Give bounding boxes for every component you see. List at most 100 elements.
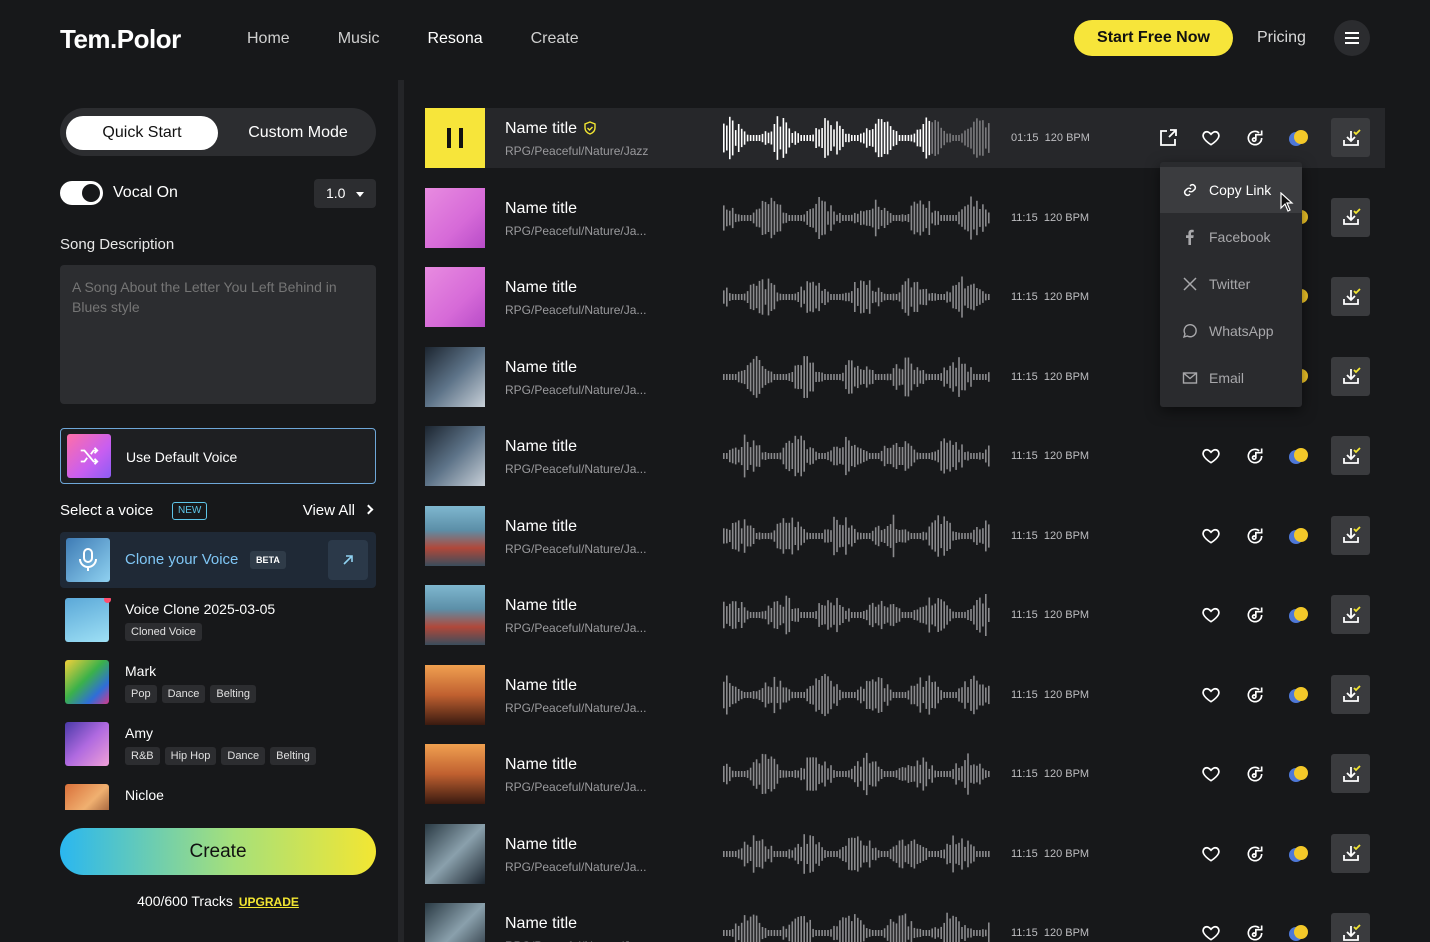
download-button[interactable] — [1331, 754, 1370, 793]
track-title[interactable]: Name title — [505, 677, 577, 695]
track-cover[interactable] — [425, 505, 485, 566]
create-button[interactable]: Create — [60, 828, 376, 875]
upgrade-link[interactable]: UPGRADE — [239, 895, 299, 909]
hamburger-menu-button[interactable] — [1334, 20, 1370, 56]
track-cover[interactable] — [425, 903, 485, 942]
heart-icon[interactable] — [1201, 128, 1221, 148]
coins-icon[interactable] — [1288, 764, 1310, 784]
download-button[interactable] — [1331, 197, 1370, 237]
pause-button[interactable] — [425, 108, 485, 168]
voice-item[interactable]: Mark Pop Dance Belting — [60, 660, 376, 710]
coins-icon[interactable] — [1288, 526, 1310, 546]
download-button[interactable] — [1331, 833, 1370, 873]
remix-icon[interactable] — [1245, 446, 1265, 466]
nav-resona[interactable]: Resona — [427, 30, 482, 48]
track-title[interactable]: Name title — [505, 597, 577, 615]
remix-icon[interactable] — [1245, 128, 1265, 148]
track-row[interactable]: Name titleRPG/Peaceful/Nature/Ja...11:15… — [425, 426, 1385, 488]
track-waveform[interactable] — [723, 116, 991, 160]
track-cover[interactable] — [425, 346, 485, 407]
coins-icon[interactable] — [1288, 844, 1310, 864]
share-twitter[interactable]: Twitter — [1160, 261, 1302, 307]
track-title[interactable]: Name title — [505, 200, 577, 218]
custom-mode-tab[interactable]: Custom Mode — [228, 116, 368, 150]
track-waveform[interactable] — [723, 275, 991, 319]
download-button[interactable] — [1331, 515, 1370, 555]
pricing-link[interactable]: Pricing — [1257, 29, 1306, 47]
voice-item[interactable]: Nicloe — [60, 784, 376, 810]
track-waveform[interactable] — [723, 355, 991, 399]
panel-divider[interactable] — [398, 80, 404, 942]
track-waveform[interactable] — [723, 673, 991, 717]
coins-icon[interactable] — [1288, 128, 1310, 148]
track-title[interactable]: Name title — [505, 518, 577, 536]
heart-icon[interactable] — [1201, 526, 1221, 546]
view-all-link[interactable]: View All — [303, 502, 374, 519]
logo[interactable]: Tem.Polor — [60, 24, 181, 55]
share-whatsapp[interactable]: WhatsApp — [1160, 308, 1302, 354]
use-default-voice-button[interactable]: Use Default Voice — [60, 428, 376, 484]
track-row[interactable]: Name title RPG/Peaceful/Nature/Jazz 01:15 … — [425, 108, 1385, 168]
track-title[interactable]: Name title — [505, 836, 577, 854]
track-waveform[interactable] — [723, 832, 991, 876]
heart-icon[interactable] — [1201, 764, 1221, 784]
track-cover[interactable] — [425, 585, 485, 645]
remix-icon[interactable] — [1245, 923, 1265, 942]
download-button[interactable] — [1331, 118, 1370, 157]
clone-voice-card[interactable]: Clone your Voice BETA — [60, 532, 376, 588]
track-title[interactable]: Name title — [505, 756, 577, 774]
coins-icon[interactable] — [1288, 446, 1310, 466]
track-cover[interactable] — [425, 823, 485, 884]
track-row[interactable]: Name titleRPG/Peaceful/Nature/Ja...11:15… — [425, 664, 1385, 727]
nav-home[interactable]: Home — [247, 30, 290, 48]
vocal-toggle[interactable] — [60, 181, 103, 205]
heart-icon[interactable] — [1201, 844, 1221, 864]
track-waveform[interactable] — [723, 196, 991, 240]
quick-start-tab[interactable]: Quick Start — [66, 116, 218, 150]
nav-create[interactable]: Create — [531, 30, 579, 48]
track-title[interactable]: Name title — [505, 279, 577, 297]
track-cover[interactable] — [425, 664, 485, 725]
remix-icon[interactable] — [1245, 844, 1265, 864]
track-row[interactable]: Name titleRPG/Peaceful/Nature/Ja...11:15… — [425, 823, 1385, 886]
version-select[interactable]: 1.0 — [314, 179, 376, 208]
track-row[interactable]: Name titleRPG/Peaceful/Nature/Ja...11:15… — [425, 585, 1385, 647]
track-title[interactable]: Name title — [505, 438, 577, 456]
download-button[interactable] — [1331, 356, 1370, 396]
heart-icon[interactable] — [1201, 685, 1221, 705]
track-waveform[interactable] — [723, 752, 991, 796]
download-button[interactable] — [1331, 595, 1370, 634]
track-cover[interactable] — [425, 426, 485, 486]
track-row[interactable]: Name titleRPG/Peaceful/Nature/Ja...11:15… — [425, 903, 1385, 942]
heart-icon[interactable] — [1201, 446, 1221, 466]
heart-icon[interactable] — [1201, 605, 1221, 625]
download-button[interactable] — [1331, 913, 1370, 942]
track-waveform[interactable] — [723, 911, 991, 942]
track-row[interactable]: Name titleRPG/Peaceful/Nature/Ja...11:15… — [425, 744, 1385, 806]
arrow-up-right-icon[interactable] — [328, 540, 368, 580]
track-cover[interactable] — [425, 744, 485, 804]
track-row[interactable]: Name titleRPG/Peaceful/Nature/Ja...11:15… — [425, 505, 1385, 568]
remix-icon[interactable] — [1245, 764, 1265, 784]
track-waveform[interactable] — [723, 434, 991, 478]
track-waveform[interactable] — [723, 593, 991, 637]
share-facebook[interactable]: Facebook — [1160, 214, 1302, 260]
coins-icon[interactable] — [1288, 685, 1310, 705]
track-title[interactable]: Name title — [505, 915, 577, 933]
remix-icon[interactable] — [1245, 605, 1265, 625]
track-cover[interactable] — [425, 187, 485, 248]
share-email[interactable]: Email — [1160, 355, 1302, 401]
remix-icon[interactable] — [1245, 526, 1265, 546]
track-cover[interactable] — [425, 267, 485, 327]
voice-item[interactable]: Amy R&B Hip Hop Dance Belting — [60, 722, 376, 772]
start-free-button[interactable]: Start Free Now — [1074, 20, 1233, 56]
share-icon[interactable] — [1158, 128, 1178, 148]
track-title[interactable]: Name title — [505, 120, 597, 138]
download-button[interactable] — [1331, 674, 1370, 714]
voice-item[interactable]: Voice Clone 2025-03-05 Cloned Voice — [60, 598, 376, 648]
download-button[interactable] — [1331, 277, 1370, 316]
track-waveform[interactable] — [723, 514, 991, 558]
coins-icon[interactable] — [1288, 605, 1310, 625]
remix-icon[interactable] — [1245, 685, 1265, 705]
song-description-input[interactable] — [60, 265, 376, 404]
